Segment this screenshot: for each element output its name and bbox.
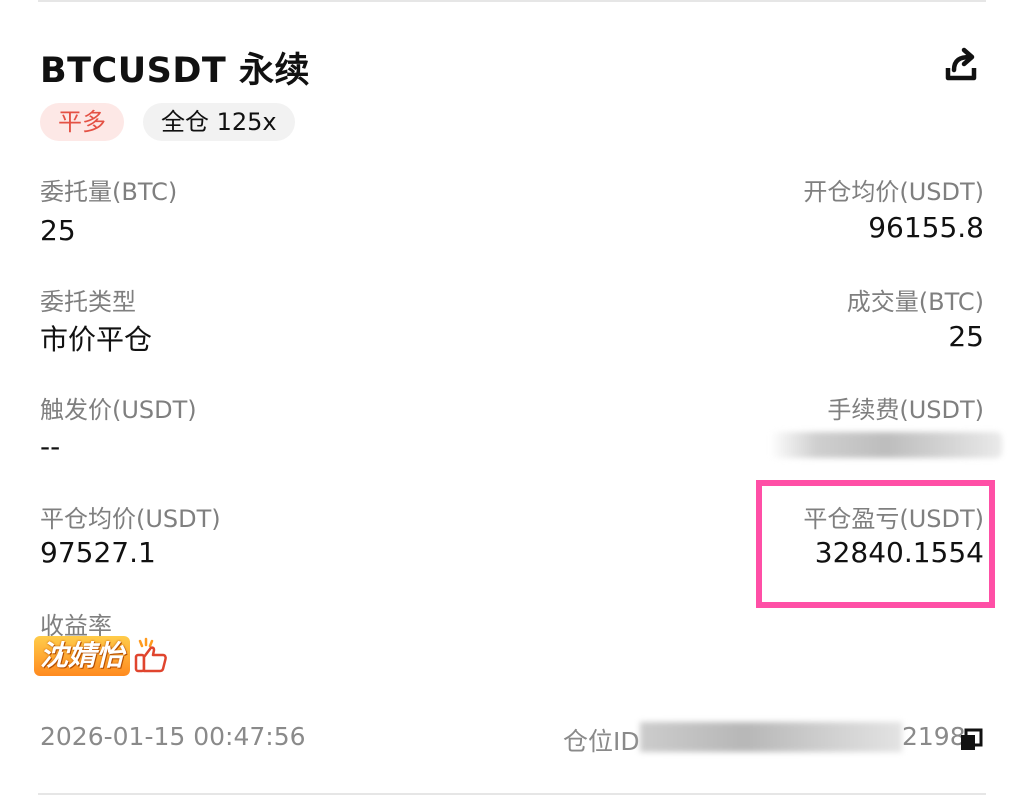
filled-qty-label: 成交量(BTC) <box>846 288 984 316</box>
position-id-suffix: 2198 <box>902 722 966 751</box>
order-qty-value: 25 <box>40 214 76 247</box>
trigger-price-label: 触发价(USDT) <box>40 396 197 424</box>
thumbs-up-icon <box>134 637 167 673</box>
order-qty-label: 委托量(BTC) <box>40 178 178 206</box>
copy-icon[interactable] <box>959 728 983 752</box>
margin-mode-badge: 全仓 125x <box>143 103 295 141</box>
close-avg-price-label: 平仓均价(USDT) <box>40 505 221 533</box>
fee-value-redacted <box>770 432 1002 458</box>
top-divider <box>38 0 986 2</box>
close-avg-price-value: 97527.1 <box>40 536 156 569</box>
trigger-price-value: -- <box>40 430 61 463</box>
position-id-redacted <box>640 722 902 752</box>
share-icon[interactable] <box>940 44 982 86</box>
timestamp: 2026-01-15 00:47:56 <box>40 722 306 751</box>
page-title: BTCUSDT 永续 <box>40 51 310 91</box>
order-type-value: 市价平仓 <box>40 323 153 356</box>
position-id-label: 仓位ID <box>563 727 640 756</box>
filled-qty-value: 25 <box>948 320 984 353</box>
watermark-text: 沈婧怡 <box>34 636 131 676</box>
bottom-divider <box>38 793 986 795</box>
watermark-sticker: 沈婧怡 <box>34 636 170 676</box>
pnl-highlight-box <box>756 480 995 608</box>
side-badge: 平多 <box>40 103 124 141</box>
fee-label: 手续费(USDT) <box>827 396 984 424</box>
order-type-label: 委托类型 <box>40 288 136 316</box>
open-avg-price-label: 开仓均价(USDT) <box>803 178 984 206</box>
open-avg-price-value: 96155.8 <box>868 211 984 244</box>
order-detail-card: BTCUSDT 永续 平多 全仓 125x 委托量(BTC) 25 开仓均价(U… <box>0 0 1024 799</box>
